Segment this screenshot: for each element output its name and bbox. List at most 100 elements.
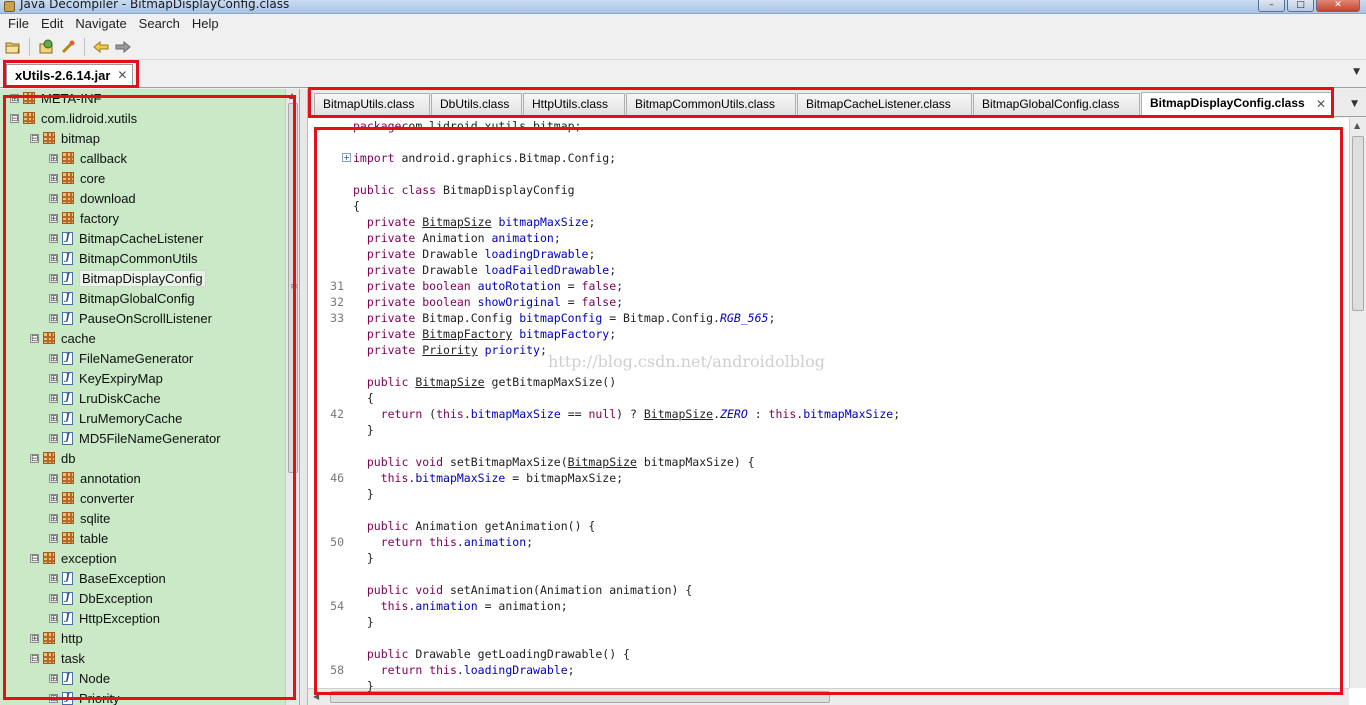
expand-icon[interactable]: ⊞ <box>49 573 58 583</box>
tree-item[interactable]: ⊞ META-INF <box>10 89 101 108</box>
tree-item[interactable]: ⊞ factory <box>49 208 119 228</box>
scroll-up-icon[interactable]: ▲ <box>289 91 295 100</box>
tree-scroll-thumb[interactable] <box>288 103 299 473</box>
tree-item[interactable]: ⊞ J MD5FileNameGenerator <box>49 428 221 448</box>
window-controls: – □ ✕ <box>1258 0 1360 12</box>
class-tab[interactable]: DbUtils.class <box>431 93 522 115</box>
expand-icon[interactable]: ⊞ <box>49 533 58 543</box>
editor-vertical-scrollbar[interactable]: ▲ <box>1349 118 1366 688</box>
expand-icon[interactable]: ⊞ <box>49 273 58 283</box>
expand-icon[interactable]: ⊞ <box>30 633 39 643</box>
expand-icon[interactable]: ⊞ <box>49 213 58 223</box>
tree-item[interactable]: ⊞ J FileNameGenerator <box>49 348 193 368</box>
expand-icon[interactable]: ⊞ <box>49 513 58 523</box>
expand-icon[interactable]: ⊞ <box>49 173 58 183</box>
scroll-up-icon[interactable]: ▲ <box>1354 121 1360 130</box>
expand-icon[interactable]: ⊞ <box>49 253 58 263</box>
collapse-icon[interactable]: ⊟ <box>30 653 39 663</box>
tree-item[interactable]: ⊞ http <box>30 628 83 648</box>
scroll-left-icon[interactable]: ◀ <box>313 692 319 701</box>
class-tab[interactable]: BitmapDisplayConfig.class ✕ <box>1141 92 1333 116</box>
tree-item[interactable]: ⊞ J BitmapCacheListener <box>49 228 203 248</box>
collapse-icon[interactable]: ⊟ <box>30 553 39 563</box>
close-window-button[interactable]: ✕ <box>1316 0 1360 12</box>
editor-hscroll-thumb[interactable] <box>330 691 830 703</box>
expand-icon[interactable]: ⊞ <box>49 373 58 383</box>
expand-icon[interactable]: ⊞ <box>49 433 58 443</box>
expand-icon[interactable]: ⊞ <box>49 313 58 323</box>
tree-item[interactable]: ⊞ converter <box>49 488 134 508</box>
open-folder-icon[interactable] <box>3 37 23 57</box>
menu-help[interactable]: Help <box>186 14 225 34</box>
collapse-icon[interactable]: ⊟ <box>30 333 39 343</box>
tree-item[interactable]: ⊞ J PauseOnScrollListener <box>49 308 212 328</box>
tree-item[interactable]: ⊞ table <box>49 528 108 548</box>
expand-icon[interactable]: ⊞ <box>49 353 58 363</box>
tree-item[interactable]: ⊞ J LruDiskCache <box>49 388 161 408</box>
forward-arrow-icon[interactable] <box>113 37 133 57</box>
tree-item[interactable]: ⊟ com.lidroid.xutils <box>10 108 137 128</box>
tree-item[interactable]: ⊞ J KeyExpiryMap <box>49 368 163 388</box>
tree-item[interactable]: ⊞ J Node <box>49 668 110 688</box>
panel-splitter[interactable] <box>300 89 308 705</box>
tree-item[interactable]: ⊞ J BitmapGlobalConfig <box>49 288 195 308</box>
menu-file[interactable]: File <box>2 14 35 34</box>
tree-item[interactable]: ⊞ download <box>49 188 136 208</box>
expand-icon[interactable]: ⊞ <box>49 193 58 203</box>
jar-tab[interactable]: xUtils-2.6.14.jar ✕ <box>6 64 134 86</box>
tree-item[interactable]: ⊞ core <box>49 168 105 188</box>
editor-scroll-thumb[interactable] <box>1352 136 1364 311</box>
class-tab[interactable]: BitmapCacheListener.class <box>797 93 972 115</box>
editor-horizontal-scrollbar[interactable]: ◀ <box>308 688 1349 705</box>
tree-item[interactable]: ⊞ annotation <box>49 468 141 488</box>
expand-icon[interactable]: ⊞ <box>49 233 58 243</box>
menu-search[interactable]: Search <box>133 14 186 34</box>
tree-item[interactable]: ⊞ J LruMemoryCache <box>49 408 182 428</box>
tree-item[interactable]: ⊞ J BitmapCommonUtils <box>49 248 197 268</box>
chevron-down-icon[interactable]: ▼ <box>1353 67 1360 77</box>
expand-icon[interactable]: ⊞ <box>49 493 58 503</box>
maximize-button[interactable]: □ <box>1287 0 1314 12</box>
fold-expand-icon[interactable]: + <box>342 153 351 162</box>
tree-item[interactable]: ⊟ bitmap <box>30 128 100 148</box>
expand-icon[interactable]: ⊞ <box>49 593 58 603</box>
back-arrow-icon[interactable] <box>91 37 111 57</box>
chevron-down-icon[interactable]: ▼ <box>1351 99 1358 109</box>
expand-icon[interactable]: ⊞ <box>49 413 58 423</box>
tree-item[interactable]: ⊞ callback <box>49 148 127 168</box>
tree-item[interactable]: ⊞ J Priority <box>49 688 119 705</box>
expand-icon[interactable]: ⊞ <box>49 613 58 623</box>
close-icon[interactable]: ✕ <box>1316 94 1326 114</box>
expand-icon[interactable]: ⊞ <box>49 693 58 703</box>
collapse-icon[interactable]: ⊟ <box>10 113 19 123</box>
expand-icon[interactable]: ⊞ <box>49 473 58 483</box>
class-tab[interactable]: BitmapUtils.class <box>314 93 430 115</box>
expand-icon[interactable]: ⊞ <box>10 93 19 103</box>
open-type-icon[interactable] <box>36 37 56 57</box>
class-tab[interactable]: BitmapCommonUtils.class <box>626 93 796 115</box>
tree-item[interactable]: ⊟ task <box>30 648 85 668</box>
menu-edit[interactable]: Edit <box>35 14 69 34</box>
code-editor[interactable]: http://blog.csdn.net/androidolblog ▲ ◀ p… <box>308 118 1366 705</box>
collapse-icon[interactable]: ⊟ <box>30 133 39 143</box>
tree-scrollbar[interactable]: ▲ <box>285 89 299 705</box>
class-tab[interactable]: HttpUtils.class <box>523 93 625 115</box>
close-icon[interactable]: ✕ <box>117 65 127 86</box>
tree-item[interactable]: ⊟ cache <box>30 328 96 348</box>
tree-item[interactable]: ⊞ sqlite <box>49 508 110 528</box>
tree-item[interactable]: ⊞ J DbException <box>49 588 153 608</box>
expand-icon[interactable]: ⊞ <box>49 673 58 683</box>
expand-icon[interactable]: ⊞ <box>49 153 58 163</box>
class-tab[interactable]: BitmapGlobalConfig.class <box>973 93 1140 115</box>
tree-item[interactable]: ⊟ db <box>30 448 75 468</box>
expand-icon[interactable]: ⊞ <box>49 293 58 303</box>
open-type-hierarchy-icon[interactable] <box>58 37 78 57</box>
expand-icon[interactable]: ⊞ <box>49 393 58 403</box>
tree-item[interactable]: ⊞ J BitmapDisplayConfig <box>49 268 206 288</box>
tree-item[interactable]: ⊞ J HttpException <box>49 608 160 628</box>
tree-item[interactable]: ⊟ exception <box>30 548 117 568</box>
collapse-icon[interactable]: ⊟ <box>30 453 39 463</box>
tree-item[interactable]: ⊞ J BaseException <box>49 568 166 588</box>
menu-navigate[interactable]: Navigate <box>69 14 132 34</box>
minimize-button[interactable]: – <box>1258 0 1285 12</box>
